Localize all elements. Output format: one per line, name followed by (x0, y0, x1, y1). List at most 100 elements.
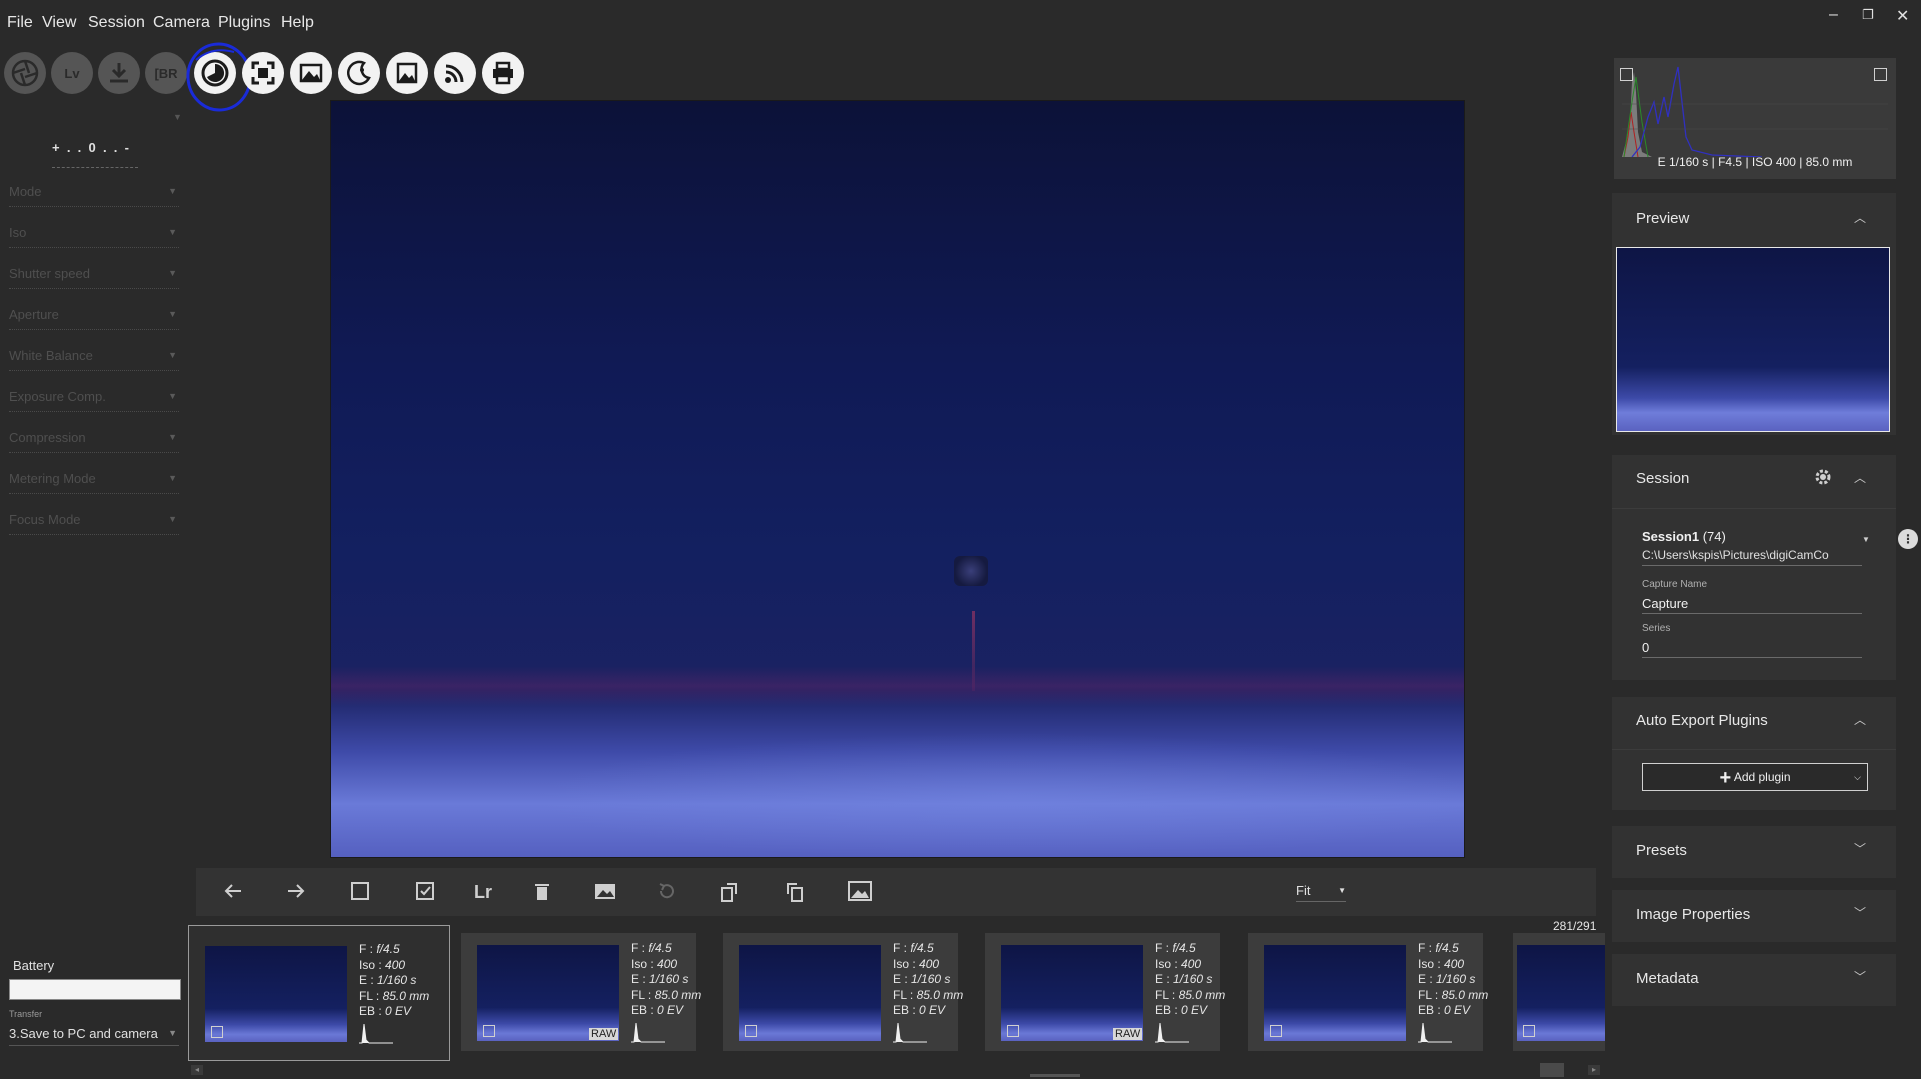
bracketing-button[interactable]: [BR (145, 52, 187, 94)
mini-histogram (1418, 1022, 1452, 1043)
thumbnail-item[interactable]: F : f/4.5 Iso : 400 E : 1/160 s FL : 85.0 m… (985, 933, 1225, 1051)
camera-control-select[interactable]: Exposure Comp. ▼ (9, 389, 179, 412)
camera-control-select[interactable]: Shutter speed ▼ (9, 266, 179, 289)
chevron-up-icon[interactable]: ︿ (1854, 711, 1866, 728)
add-plugin-button[interactable]: + Add plugin ⌵ (1642, 763, 1868, 791)
chevron-down-icon[interactable]: ﹀ (1854, 840, 1866, 857)
chevron-down-icon[interactable]: ﹀ (1854, 968, 1866, 985)
gear-icon[interactable] (1814, 468, 1832, 491)
exif-value-fl: 85.0 mm (916, 987, 964, 1002)
camera-control-select[interactable]: Compression ▼ (9, 430, 179, 453)
exif-label-eb: EB : (1418, 1003, 1445, 1018)
thumbnail-checkbox[interactable] (483, 1025, 495, 1037)
liveview-button[interactable]: Lv (51, 52, 93, 94)
thumbnail-exif: F : f/4.5 Iso : 400 E : 1/160 s FL : 85.0 m… (893, 941, 963, 1019)
aperture-icon[interactable] (4, 52, 46, 94)
chevron-up-icon[interactable]: ︿ (1854, 209, 1866, 226)
water-drop (954, 556, 988, 586)
scrollbar-thumb[interactable] (1030, 1074, 1080, 1077)
camera-control-select[interactable]: Mode ▼ (9, 184, 179, 207)
menu-session[interactable]: Session (88, 14, 145, 32)
thumbnail-image (1264, 945, 1406, 1041)
landscape-icon[interactable] (290, 52, 332, 94)
metadata-panel[interactable]: Metadata ﹀ (1612, 954, 1896, 1006)
thumbnail-item[interactable]: F : f/4.5 Iso : 400 E : 1/160 s FL : 85.0 m… (188, 925, 450, 1061)
menu-plugins[interactable]: Plugins (218, 14, 270, 32)
camera-control-select[interactable]: Aperture ▼ (9, 307, 179, 330)
chevron-down-icon: ▼ (168, 350, 177, 360)
restore-button[interactable]: ❐ (1862, 7, 1874, 23)
camera-control-select[interactable]: Focus Mode ▼ (9, 512, 179, 535)
thumbnail-checkbox[interactable] (211, 1026, 223, 1038)
camera-control-select[interactable]: Iso ▼ (9, 225, 179, 248)
menu-help[interactable]: Help (281, 14, 314, 32)
plus-icon: + (1719, 767, 1732, 789)
exif-label-e: E : (359, 973, 378, 988)
thumbnail-item[interactable]: F : f/4.5 Iso : 400 E : 1/160 s FL : 85.0 m… (461, 933, 701, 1051)
exif-label-f: F : (631, 941, 649, 955)
exif-value-eb: 0 EV (385, 1004, 412, 1019)
exif-value-iso: 400 (919, 956, 940, 971)
capture-name-field[interactable] (1642, 594, 1862, 614)
camera-control-select[interactable]: Metering Mode ▼ (9, 471, 179, 494)
thumbnail-checkbox[interactable] (1523, 1025, 1535, 1037)
exif-value-f: f/4.5 (1435, 941, 1459, 955)
exif-value-f: f/4.5 (376, 942, 400, 956)
chevron-down-icon: ▼ (168, 268, 177, 278)
histogram-chart (1622, 66, 1888, 157)
thumbnail-checkbox[interactable] (1270, 1025, 1282, 1037)
exif-value-e: 1/160 s (649, 972, 689, 987)
histogram-right-checkbox[interactable] (1874, 68, 1887, 81)
minimize-button[interactable]: – (1829, 6, 1838, 24)
thumbnail-checkbox[interactable] (1007, 1025, 1019, 1037)
camera-control-label: White Balance (9, 348, 93, 363)
exif-label-iso: Iso : (893, 956, 920, 971)
camera-control-label: Aperture (9, 307, 59, 322)
chevron-up-icon[interactable]: ︿ (1854, 469, 1866, 486)
menu-bar: File View Session Camera Plugins Help – … (0, 0, 1921, 48)
session-selector[interactable]: Session1 (74) (1642, 529, 1726, 544)
scroll-right-icon[interactable]: ▸ (1588, 1065, 1600, 1075)
histogram-left-checkbox[interactable] (1620, 68, 1633, 81)
raw-badge: RAW (1113, 1028, 1143, 1040)
night-mode-icon[interactable] (338, 52, 380, 94)
exif-value-fl: 85.0 mm (1441, 987, 1489, 1002)
focus-frame-icon[interactable] (242, 52, 284, 94)
menu-file[interactable]: File (7, 14, 33, 32)
presets-panel[interactable]: Presets ﹀ (1612, 826, 1896, 878)
thumbnail-item[interactable]: F : f/4.5 Iso : 400 E : 1/160 s FL : 85.0 m… (1248, 933, 1488, 1051)
scroll-handle[interactable] (1540, 1063, 1564, 1077)
exif-value-eb: 0 EV (1444, 1003, 1471, 1018)
menu-camera[interactable]: Camera (153, 14, 210, 32)
exif-label-e: E : (893, 972, 912, 987)
image-properties-title: Image Properties (1636, 906, 1751, 923)
close-button[interactable]: ✕ (1896, 6, 1909, 26)
preview-image[interactable] (1616, 247, 1890, 432)
wifi-rss-icon[interactable] (434, 52, 476, 94)
camera-control-select[interactable]: White Balance ▼ (9, 348, 179, 371)
exif-value-e: 1/160 s (1173, 972, 1213, 987)
download-icon[interactable] (98, 52, 140, 94)
scroll-left-icon[interactable]: ◂ (191, 1065, 203, 1075)
collapse-arrow-icon[interactable]: ▼ (173, 112, 182, 122)
image-gallery-icon[interactable] (386, 52, 428, 94)
exif-label-f: F : (359, 942, 377, 956)
series-field[interactable] (1642, 638, 1862, 658)
thumbnail-item[interactable]: F : f/4.5 Iso : 400 E : 1/160 s FL : 85.0 m… (723, 933, 963, 1051)
exif-label-e: E : (1155, 972, 1174, 987)
image-properties-panel[interactable]: Image Properties ﹀ (1612, 890, 1896, 942)
exif-value-f: f/4.5 (1172, 941, 1196, 955)
thumbnail-partial[interactable] (1513, 933, 1605, 1051)
menu-view[interactable]: View (42, 14, 76, 32)
print-icon[interactable] (482, 52, 524, 94)
main-image[interactable] (331, 101, 1464, 857)
zoom-select[interactable]: Fit ▼ (1296, 883, 1346, 902)
exif-label-fl: FL : (1155, 987, 1179, 1002)
thumbnail-checkbox[interactable] (745, 1025, 757, 1037)
exif-label-f: F : (893, 941, 911, 955)
chevron-down-icon[interactable]: ▼ (1862, 535, 1870, 544)
metadata-title: Metadata (1636, 970, 1699, 987)
chevron-down-icon[interactable]: ﹀ (1854, 904, 1866, 921)
more-vertical-icon[interactable]: ⋮ (1898, 529, 1918, 549)
thumbnail-image (739, 945, 881, 1041)
